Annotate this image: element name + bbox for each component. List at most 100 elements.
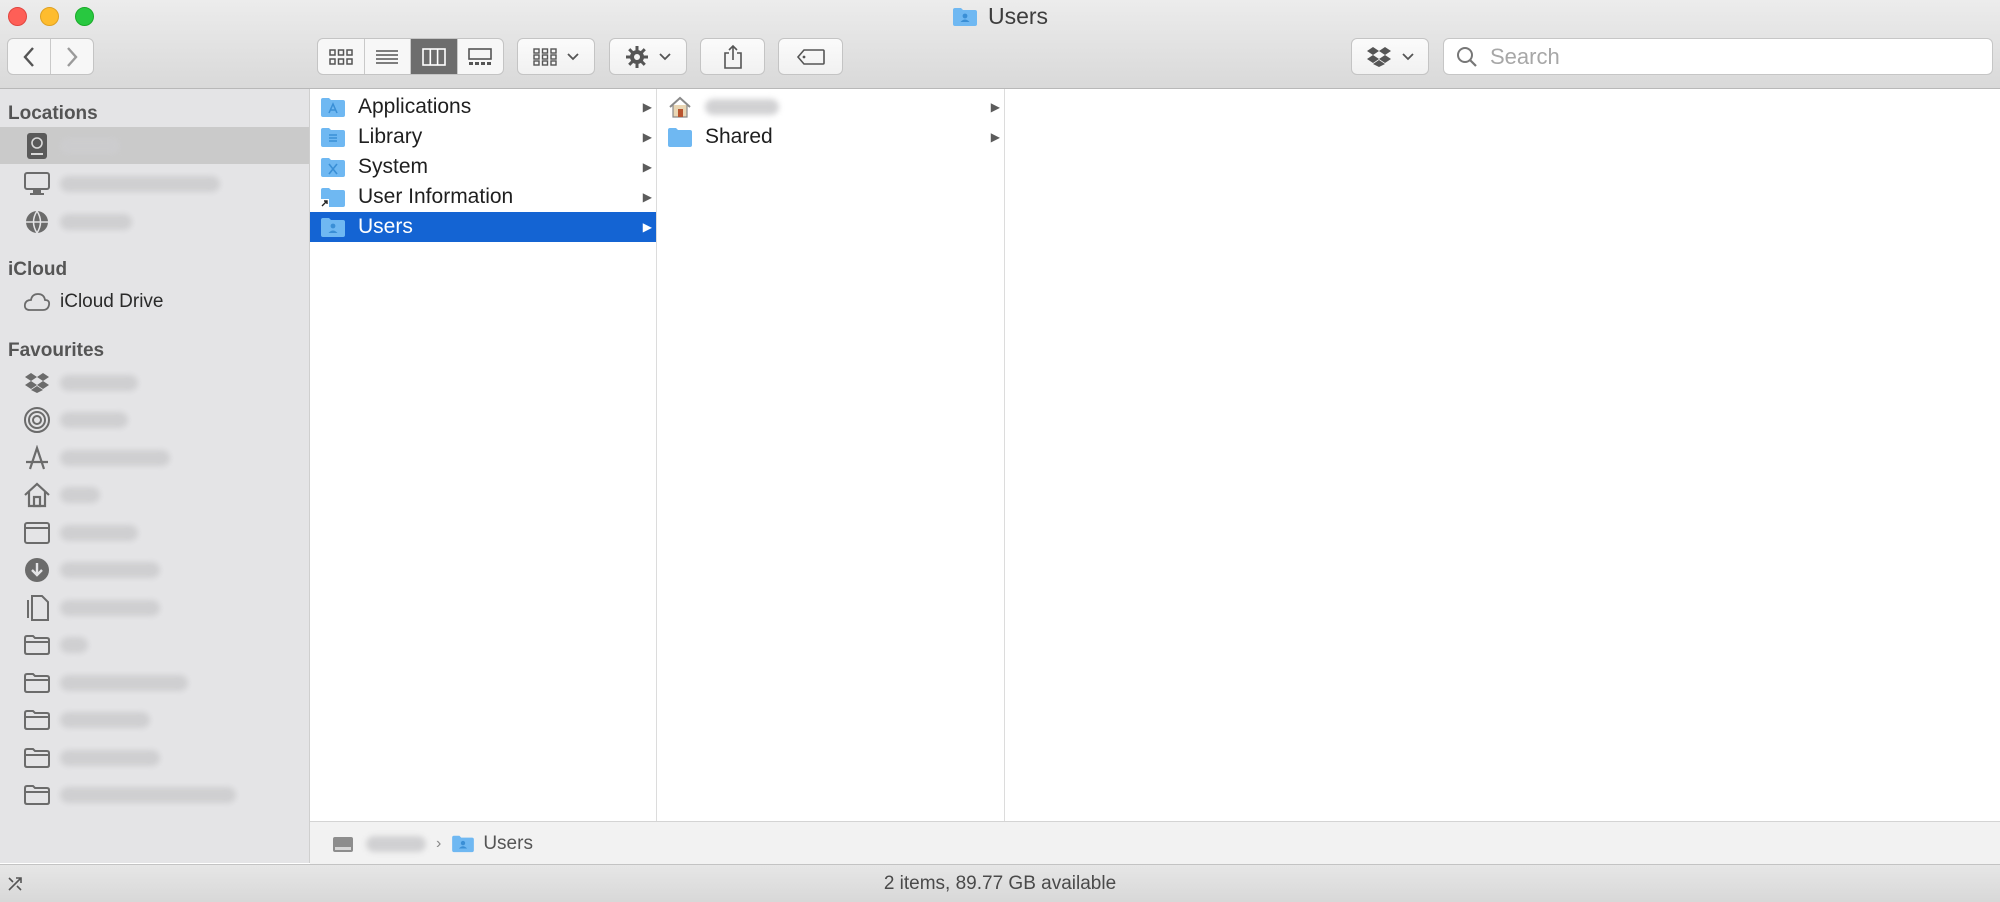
hard-drive-icon (23, 132, 51, 160)
row-label: Shared (705, 125, 773, 148)
icon-view-button[interactable] (318, 39, 365, 74)
sidebar-redacted-label (60, 599, 160, 616)
disclosure-arrow-icon: ▶ (642, 190, 652, 204)
disclosure-arrow-icon: ▶ (642, 100, 652, 114)
sidebar-item-network[interactable] (0, 203, 309, 240)
sidebar-item-folder[interactable] (0, 626, 309, 663)
search-input[interactable] (1488, 42, 1972, 71)
path-current-folder[interactable]: Users (483, 833, 533, 855)
tag-icon (796, 48, 825, 65)
sidebar-redacted-label (60, 411, 128, 428)
sidebar-redacted-label (60, 213, 132, 230)
row-label: Users (358, 215, 413, 238)
sidebar-item-folder[interactable] (0, 739, 309, 776)
share-button[interactable] (700, 38, 765, 75)
disclosure-arrow-icon: ▶ (990, 100, 1000, 114)
home-icon (23, 481, 51, 509)
sidebar-heading-locations: Locations (8, 103, 98, 124)
library-folder-icon (321, 128, 345, 147)
status-text: 2 items, 89.77 GB available (883, 872, 1117, 894)
navigation-group (7, 38, 94, 75)
search-field[interactable] (1443, 38, 1993, 75)
column-view-button[interactable] (411, 39, 458, 74)
disclosure-arrow-icon: ▶ (642, 220, 652, 234)
computer-icon (23, 170, 51, 198)
column-row-applications[interactable]: Applications ▶ (310, 92, 656, 122)
sidebar-item-folder[interactable] (0, 776, 309, 813)
column-row-shared[interactable]: Shared ▶ (657, 122, 1004, 152)
sidebar-redacted-label (60, 175, 220, 192)
sidebar-item-home[interactable] (0, 476, 309, 513)
sidebar-redacted-label (60, 711, 150, 728)
sidebar-item-label: iCloud Drive (60, 290, 164, 312)
sidebar-redacted-label (60, 374, 138, 391)
sidebar-redacted-label (60, 486, 100, 503)
folder-icon (23, 706, 51, 734)
list-icon (376, 49, 399, 64)
toolbar: Users (0, 0, 2000, 89)
status-bar: 2 items, 89.77 GB available (0, 864, 2000, 902)
sidebar-item-desktop[interactable] (0, 514, 309, 551)
folder-icon (23, 744, 51, 772)
row-label: System (358, 155, 429, 178)
gallery-icon (468, 47, 493, 65)
sidebar-item-icloud-drive[interactable]: iCloud Drive (0, 283, 309, 320)
column-row-library[interactable]: Library ▶ (310, 122, 656, 152)
sidebar-item-downloads[interactable] (0, 551, 309, 588)
redacted-username (705, 99, 779, 115)
users-folder-icon (952, 8, 977, 26)
dropbox-button[interactable] (1351, 38, 1429, 75)
group-grid-icon (533, 47, 557, 66)
window-title: Users (0, 3, 2000, 30)
sidebar-item-folder[interactable] (0, 701, 309, 738)
sidebar-item-disk[interactable] (0, 127, 309, 164)
sidebar-item-airdrop[interactable] (0, 401, 309, 438)
sidebar-item-computer[interactable] (0, 165, 309, 202)
sidebar-item-applications[interactable] (0, 439, 309, 476)
group-by-button[interactable] (517, 38, 595, 75)
sidebar-redacted-label (60, 561, 160, 578)
folder-icon (668, 128, 692, 147)
sidebar-item-dropbox[interactable] (0, 364, 309, 401)
network-globe-icon (23, 208, 51, 236)
app-store-a-icon (23, 444, 51, 472)
sidebar-item-folder[interactable] (0, 664, 309, 701)
icon-grid-icon (329, 48, 353, 65)
column-row-user-information[interactable]: User Information ▶ (310, 182, 656, 212)
view-mode-control (317, 38, 504, 75)
gallery-view-button[interactable] (458, 39, 504, 74)
list-view-button[interactable] (365, 39, 411, 74)
search-icon (1457, 46, 1477, 67)
sidebar: Locations iCloud iCloud Drive Favourites (0, 89, 310, 863)
gear-icon (626, 45, 648, 68)
column-root: Applications ▶ Library ▶ System ▶ User I… (310, 89, 657, 821)
folder-icon (23, 669, 51, 697)
disclosure-arrow-icon: ▶ (990, 130, 1000, 144)
applications-folder-icon (321, 98, 345, 117)
action-menu-button[interactable] (609, 38, 687, 75)
users-folder-icon (452, 835, 475, 853)
disclosure-arrow-icon: ▶ (642, 160, 652, 174)
chevron-down-icon (567, 52, 579, 60)
sidebar-redacted-label (60, 674, 188, 691)
column-users: ▶ Shared ▶ (657, 89, 1005, 821)
system-folder-icon (321, 158, 345, 177)
collapse-arrows-icon[interactable] (7, 876, 23, 892)
forward-button[interactable] (51, 39, 93, 74)
dropbox-icon (23, 369, 51, 397)
back-button[interactable] (8, 39, 51, 74)
hard-drive-icon[interactable] (332, 834, 354, 854)
share-icon (723, 44, 742, 69)
column-row-system[interactable]: System ▶ (310, 152, 656, 182)
column-empty (1005, 89, 2000, 821)
row-label: Applications (358, 95, 472, 118)
airdrop-icon (23, 406, 51, 434)
users-folder-icon (321, 218, 345, 237)
sidebar-item-documents[interactable] (0, 589, 309, 626)
column-row-users[interactable]: Users ▶ (310, 212, 656, 242)
column-row-home-user[interactable]: ▶ (657, 92, 1004, 122)
window-title-text: Users (987, 3, 1049, 29)
tags-button[interactable] (778, 38, 843, 75)
redacted-disk-name[interactable] (366, 835, 426, 852)
sidebar-redacted-label (60, 749, 160, 766)
